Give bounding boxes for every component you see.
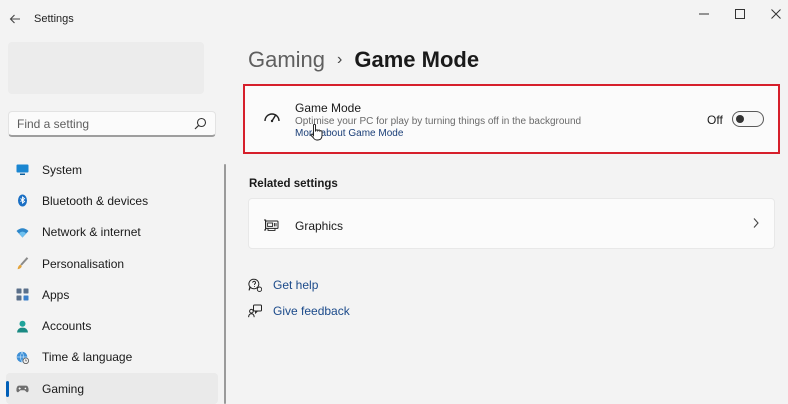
- back-button[interactable]: [6, 10, 24, 28]
- breadcrumb-parent[interactable]: Gaming: [248, 47, 325, 73]
- maximize-icon: [735, 9, 745, 19]
- bluetooth-icon: [18, 194, 27, 207]
- graphics-label: Graphics: [295, 219, 344, 233]
- minimize-icon: [699, 13, 709, 15]
- close-button[interactable]: [760, 4, 788, 24]
- sidebar-item-label: Personalisation: [42, 256, 125, 271]
- sidebar-item-label: Time & language: [42, 350, 133, 365]
- app-title: Settings: [34, 13, 74, 25]
- game-mode-title: Game Mode: [295, 101, 362, 115]
- arrow-left-icon: [9, 14, 20, 24]
- gamepad-icon: [16, 385, 29, 393]
- sidebar-item-gaming[interactable]: Gaming: [6, 373, 218, 404]
- sidebar-item-label: Network & internet: [42, 225, 141, 240]
- graphics-card-icon: [264, 219, 279, 231]
- give-feedback-link[interactable]: Give feedback: [248, 302, 350, 320]
- brush-icon: [17, 257, 29, 270]
- search-box[interactable]: [8, 111, 216, 137]
- monitor-icon: [16, 164, 29, 176]
- breadcrumb-separator: ›: [337, 51, 343, 68]
- wifi-icon: [16, 227, 29, 238]
- account-profile-block[interactable]: [8, 42, 204, 94]
- game-mode-toggle[interactable]: [732, 111, 764, 127]
- person-icon: [17, 320, 28, 333]
- game-mode-description: Optimise your PC for play by turning thi…: [295, 116, 582, 127]
- sidebar-item-label: Accounts: [42, 319, 92, 334]
- sidebar-item-label: Gaming: [42, 381, 85, 396]
- search-input[interactable]: [17, 116, 187, 132]
- toggle-knob: [736, 115, 744, 123]
- give-feedback-label: Give feedback: [273, 304, 350, 318]
- get-help-label: Get help: [273, 278, 319, 292]
- search-icon[interactable]: [194, 117, 207, 130]
- title-bar: Settings: [0, 0, 788, 40]
- sidebar-item-label: System: [42, 162, 83, 177]
- sidebar-item-system[interactable]: System: [6, 154, 218, 185]
- related-settings-heading: Related settings: [249, 178, 338, 190]
- sidebar-scrollbar[interactable]: [224, 164, 226, 404]
- sidebar-item-accounts[interactable]: Accounts: [6, 310, 218, 341]
- globe-clock-icon: [16, 351, 29, 364]
- page-title: Game Mode: [354, 47, 480, 72]
- help-chat-icon: [248, 278, 262, 292]
- sidebar-item-label: Bluetooth & devices: [42, 193, 149, 208]
- graphics-setting-row[interactable]: Graphics: [248, 198, 775, 249]
- minimize-button[interactable]: [688, 4, 720, 24]
- apps-icon: [16, 288, 29, 301]
- feedback-icon: [248, 304, 262, 318]
- toggle-state-label: Off: [707, 113, 723, 127]
- sidebar-item-bluetooth[interactable]: Bluetooth & devices: [6, 185, 218, 216]
- chevron-right-icon: [753, 218, 759, 228]
- game-mode-card: Game Mode Optimise your PC for play by t…: [243, 84, 780, 154]
- sidebar-item-network[interactable]: Network & internet: [6, 217, 218, 248]
- breadcrumb: Gaming › Game Mode: [248, 44, 479, 76]
- close-icon: [771, 9, 781, 19]
- sidebar-item-apps[interactable]: Apps: [6, 279, 218, 310]
- speedometer-icon: [264, 113, 280, 123]
- sidebar-item-time-language[interactable]: Time & language: [6, 342, 218, 373]
- sidebar-item-label: Apps: [42, 287, 70, 302]
- maximize-button[interactable]: [724, 4, 756, 24]
- mouse-cursor-icon: [310, 123, 323, 141]
- sidebar-item-personalisation[interactable]: Personalisation: [6, 248, 218, 279]
- sidebar-nav: System Bluetooth & devices Network & int…: [6, 154, 218, 404]
- get-help-link[interactable]: Get help: [248, 276, 318, 294]
